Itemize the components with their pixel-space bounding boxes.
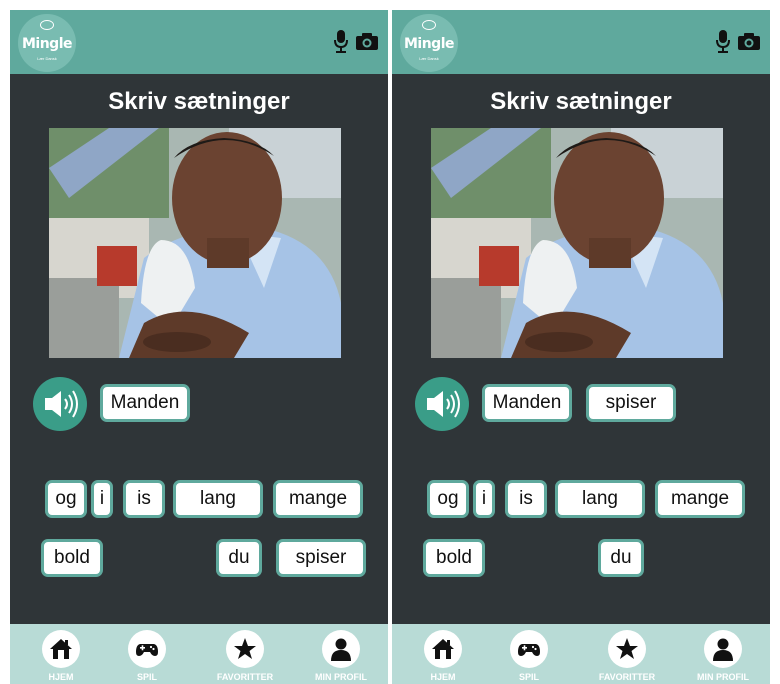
word-chip[interactable]: lang — [173, 480, 263, 518]
home-icon — [432, 639, 454, 659]
nav-item-profile[interactable]: MIN PROFIL — [306, 624, 376, 684]
logo-subtitle: Lær Dansk — [419, 56, 439, 61]
bottom-nav: HJEM SPIL FAVORITTER MIN PROFIL — [392, 624, 770, 684]
word-chip[interactable]: og — [427, 480, 469, 518]
sentence-word-chip[interactable]: Manden — [482, 384, 572, 422]
speaker-button[interactable] — [415, 377, 469, 431]
word-chip[interactable]: og — [45, 480, 87, 518]
bottom-nav: HJEM SPIL FAVORITTER MIN PROFIL — [10, 624, 388, 684]
word-chip[interactable]: du — [216, 539, 262, 577]
speaker-button[interactable] — [33, 377, 87, 431]
logo-title: Mingle — [21, 36, 73, 52]
phone-screen-left: Mingle Lær Dansk Skriv sætninger Manden … — [10, 10, 388, 684]
nav-label-favorites: FAVORITTER — [216, 672, 274, 682]
word-chip[interactable]: is — [123, 480, 165, 518]
word-chip[interactable]: spiser — [276, 539, 366, 577]
nav-label-profile: MIN PROFIL — [315, 672, 367, 682]
phone-screen-right: Mingle Lær Dansk Skriv sætninger Manden … — [392, 10, 770, 684]
nav-label-games: SPIL — [136, 672, 157, 682]
word-chip[interactable]: is — [505, 480, 547, 518]
home-icon — [50, 639, 72, 659]
star-icon — [234, 638, 256, 659]
nav-item-games[interactable]: SPIL — [112, 624, 182, 684]
nav-label-profile: MIN PROFIL — [697, 672, 749, 682]
top-bar: Mingle Lær Dansk — [10, 10, 388, 74]
top-bar: Mingle Lær Dansk — [392, 10, 770, 74]
word-chip[interactable]: bold — [423, 539, 485, 577]
sentence-word-chip[interactable]: spiser — [586, 384, 676, 422]
app-logo[interactable]: Mingle Lær Dansk — [18, 14, 76, 72]
nav-item-favorites[interactable]: FAVORITTER — [592, 624, 662, 684]
word-chip[interactable]: i — [473, 480, 495, 518]
word-chip[interactable]: mange — [655, 480, 745, 518]
gamepad-icon — [136, 644, 158, 656]
gamepad-icon — [518, 644, 540, 656]
word-chip[interactable]: bold — [41, 539, 103, 577]
nav-label-games: SPIL — [518, 672, 539, 682]
nav-item-home[interactable]: HJEM — [26, 624, 96, 684]
camera-icon[interactable] — [738, 32, 760, 50]
logo-title: Mingle — [403, 36, 455, 52]
nav-item-home[interactable]: HJEM — [408, 624, 478, 684]
nav-item-profile[interactable]: MIN PROFIL — [688, 624, 758, 684]
nav-label-home: HJEM — [48, 672, 74, 682]
word-chip[interactable]: mange — [273, 480, 363, 518]
nav-label-home: HJEM — [430, 672, 456, 682]
page-title: Skriv sætninger — [108, 88, 290, 115]
page-title: Skriv sætninger — [490, 88, 672, 115]
nav-item-games[interactable]: SPIL — [494, 624, 564, 684]
word-chip[interactable]: du — [598, 539, 644, 577]
profile-icon — [331, 638, 351, 661]
man-eating-ice-cream-photo — [431, 128, 723, 358]
word-chip[interactable]: lang — [555, 480, 645, 518]
app-logo[interactable]: Mingle Lær Dansk — [400, 14, 458, 72]
word-chip[interactable]: i — [91, 480, 113, 518]
sentence-word-chip[interactable]: Manden — [100, 384, 190, 422]
chat-bubble-icon — [40, 20, 54, 30]
microphone-icon[interactable] — [334, 30, 348, 54]
chat-bubble-icon — [422, 20, 436, 30]
star-icon — [616, 638, 638, 659]
microphone-icon[interactable] — [716, 30, 730, 54]
nav-item-favorites[interactable]: FAVORITTER — [210, 624, 280, 684]
speaker-icon — [427, 390, 460, 418]
man-eating-ice-cream-photo — [49, 128, 341, 358]
profile-icon — [713, 638, 733, 661]
nav-label-favorites: FAVORITTER — [598, 672, 656, 682]
camera-icon[interactable] — [356, 32, 378, 50]
speaker-icon — [45, 390, 78, 418]
logo-subtitle: Lær Dansk — [37, 56, 57, 61]
